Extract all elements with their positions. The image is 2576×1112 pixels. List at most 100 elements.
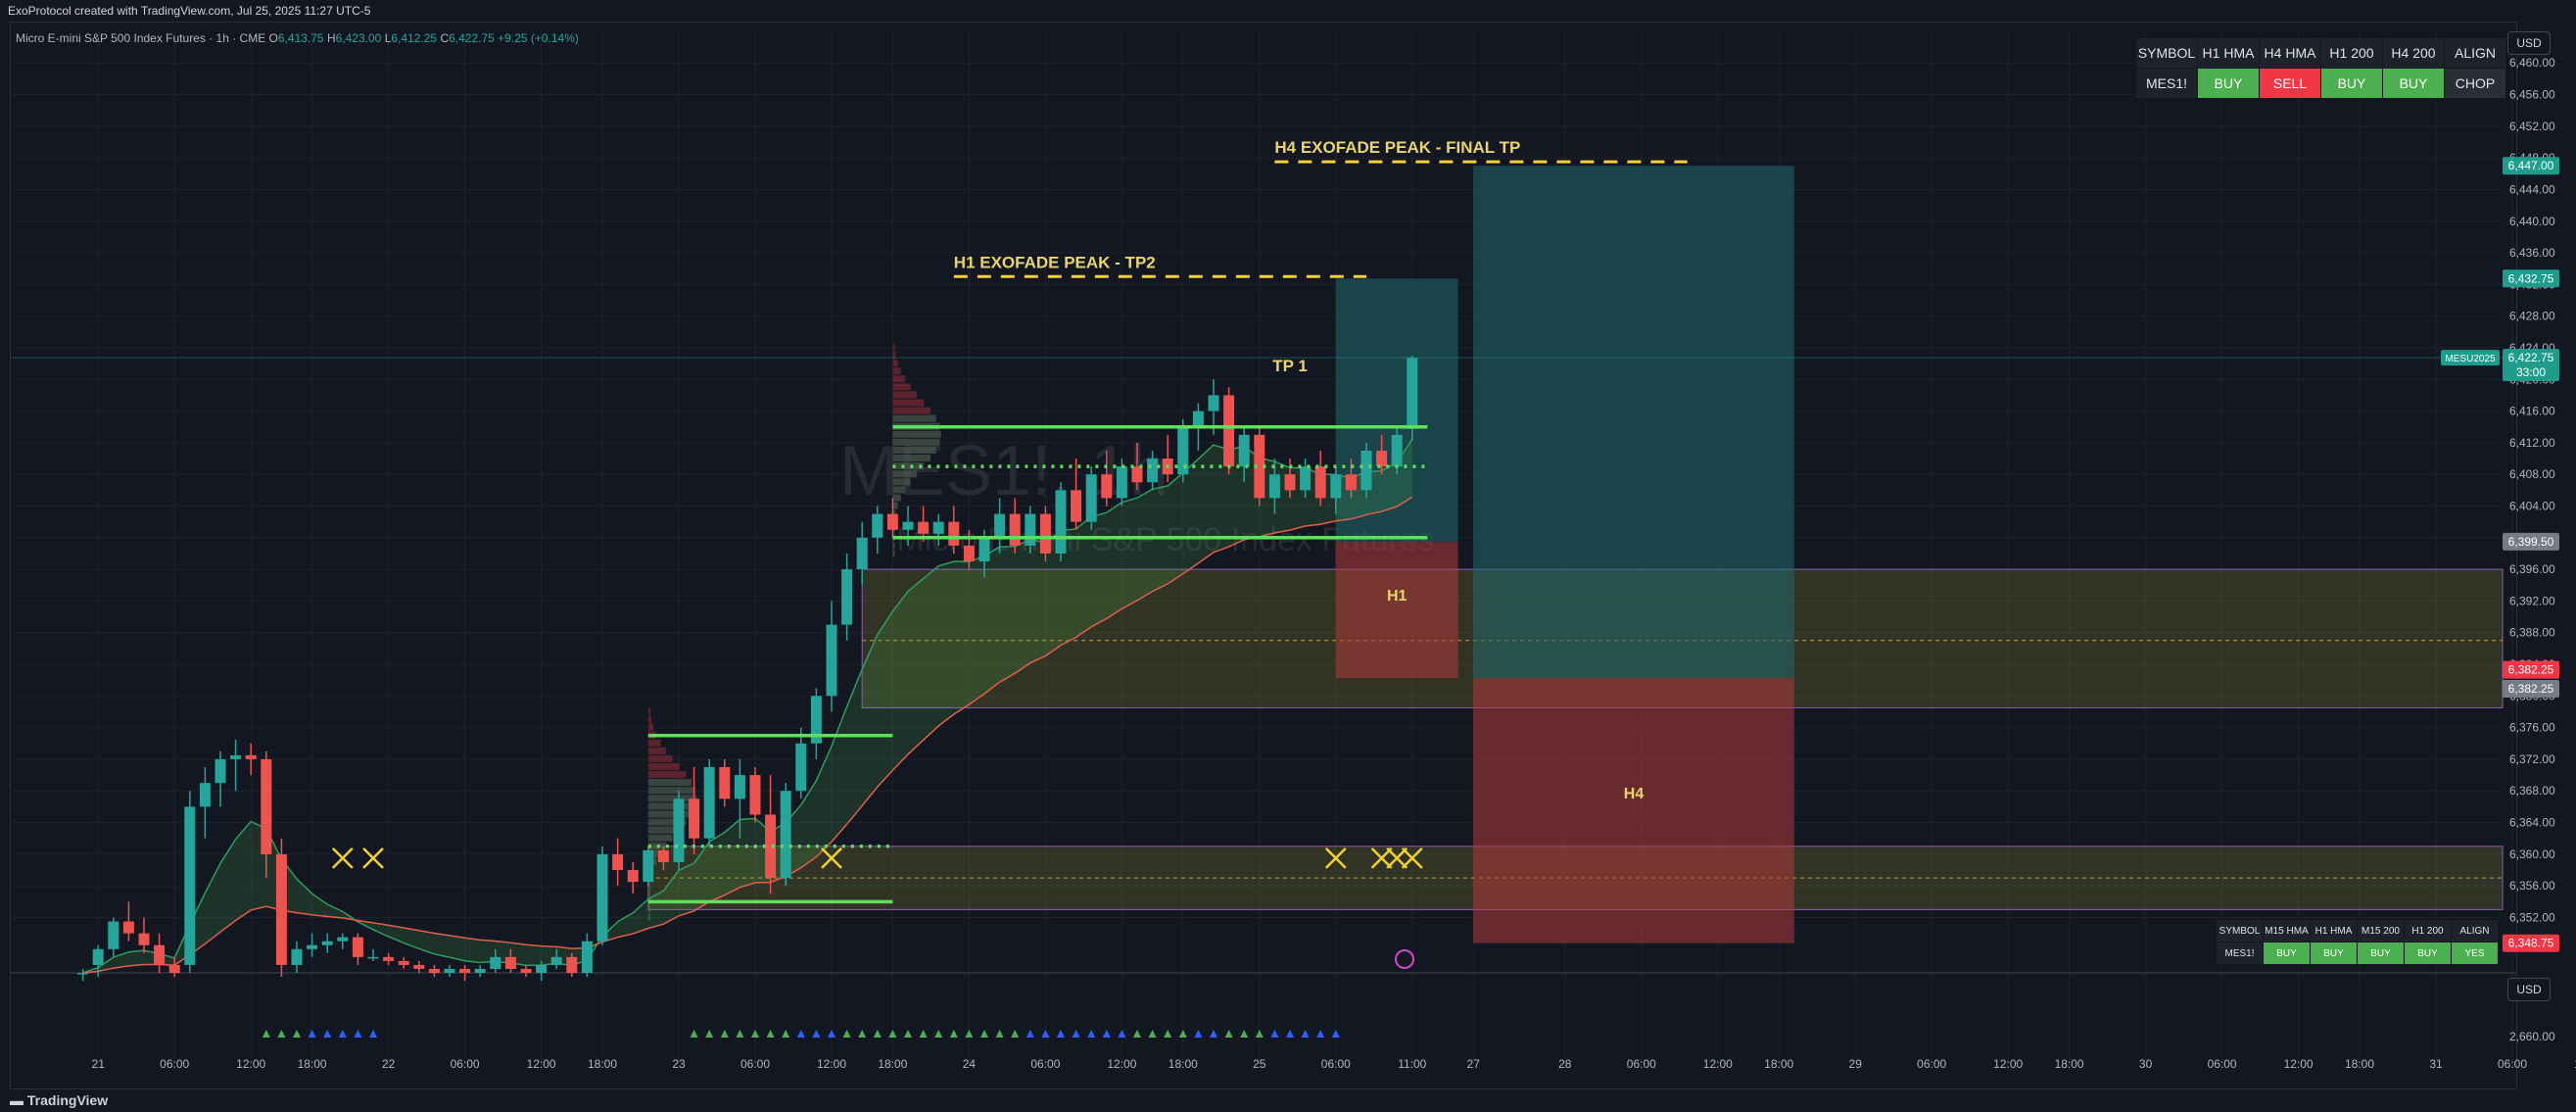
sub-pane-marker (1072, 1030, 1080, 1038)
volume-profile-bar (892, 360, 898, 367)
y-tick-label: 6,456.00 (2509, 88, 2555, 102)
price-axis-label-text: 6,399.50 (2508, 535, 2554, 549)
candle-body (261, 758, 272, 854)
volume-profile-bar (892, 470, 918, 478)
signal-table-bottom: SYMBOL M15 HMA H1 HMA M15 200 H1 200 ALI… (2216, 919, 2499, 965)
candle-body (1407, 358, 1418, 429)
volume-profile-bar (647, 754, 673, 762)
candle-body (780, 791, 791, 879)
candle-body (245, 754, 257, 759)
sub-pane-marker (1164, 1030, 1172, 1038)
candle-body (383, 956, 395, 961)
sub-pane-currency-button[interactable]: USD (2507, 978, 2551, 1001)
sub-pane-marker (1286, 1030, 1294, 1038)
volume-profile-bar (892, 502, 898, 509)
candle-body (184, 806, 196, 965)
sub-pane-marker (796, 1030, 805, 1038)
volume-profile-bar (647, 739, 661, 747)
candle-body (474, 968, 486, 973)
candle-body (413, 964, 425, 969)
x-tick-label: 18:00 (2345, 1057, 2374, 1071)
volume-profile-bar (647, 787, 695, 795)
y-tick-label: 6,368.00 (2509, 784, 2555, 798)
volume-profile-bar (647, 762, 680, 771)
volume-profile-bar (892, 486, 906, 494)
signal-cross-marker (362, 847, 384, 869)
candle-body (138, 933, 150, 945)
candle-body (1055, 490, 1067, 554)
sub-pane-marker (782, 1030, 790, 1038)
sub-pane-marker (1041, 1030, 1050, 1038)
candle-body (428, 968, 440, 973)
x-tick-label: 18:00 (878, 1057, 907, 1071)
sub-pane-marker (949, 1030, 958, 1038)
price-axis-label-text: 6,348.75 (2508, 937, 2554, 950)
symbol-info-line: Micro E-mini S&P 500 Index Futures · 1h … (16, 31, 579, 45)
currency-button[interactable]: USD (2507, 31, 2551, 55)
y-tick-label: 6,444.00 (2509, 182, 2555, 196)
volume-profile-bar (892, 407, 930, 414)
sub-pane-marker (338, 1030, 347, 1038)
tradingview-logo[interactable]: ▬ TradingView (10, 1089, 108, 1112)
sub-pane-marker (1240, 1030, 1249, 1038)
volume-profile-bar (892, 478, 911, 486)
x-tick-label: 12:00 (236, 1057, 265, 1071)
sub-pane-marker (369, 1030, 377, 1038)
volume-profile-bar (892, 383, 911, 391)
y-tick-label: 6,396.00 (2509, 562, 2555, 576)
x-tick-label: 31 (2429, 1057, 2443, 1071)
candle-body (673, 798, 685, 862)
price-axis-label-text: 6,447.00 (2508, 159, 2554, 172)
candle-body (352, 937, 363, 957)
sub-pane-marker (1057, 1030, 1065, 1038)
sub-pane-marker (720, 1030, 729, 1038)
price-axis-label-text: 6,382.25 (2508, 663, 2554, 677)
candle-body (168, 964, 180, 973)
x-tick-label: 28 (1558, 1057, 1572, 1071)
close-value: 6,422.75 (449, 31, 495, 45)
sub-pane-marker (1118, 1030, 1126, 1038)
price-chart[interactable]: MES1!, 1hMicro E-mini S&P 500 Index Futu… (0, 0, 2576, 1112)
sub-pane-marker (965, 1030, 974, 1038)
volume-profile-bar (647, 834, 673, 842)
candle-body (1345, 474, 1357, 491)
table-signal-cell: BUY (2310, 942, 2358, 965)
sub-pane-marker (1210, 1030, 1217, 1038)
y-tick-label: 6,452.00 (2509, 120, 2555, 133)
table-signal-cell: BUY (2357, 942, 2405, 965)
candle-body (1009, 513, 1021, 546)
position-stop-zone (1473, 678, 1794, 943)
y-tick-label: 6,460.00 (2509, 56, 2555, 70)
price-axis-label-text: 6,432.75 (2508, 271, 2554, 285)
candle-body (215, 758, 226, 784)
volume-profile-bar (892, 455, 930, 462)
candle-body (1330, 474, 1342, 499)
candle-body (994, 513, 1006, 538)
candle-body (154, 944, 166, 965)
table-header-cell: SYMBOL (2216, 919, 2264, 943)
footer-bar (0, 1089, 2576, 1112)
table-symbol-cell: MES1! (2216, 942, 2264, 965)
sub-pane-marker (690, 1030, 698, 1038)
x-tick-label: 06:00 (1917, 1057, 1946, 1071)
table-header-cell: H4 HMA (2259, 37, 2321, 69)
candle-body (367, 956, 379, 959)
x-tick-label: 12:00 (1993, 1057, 2023, 1071)
volume-profile-bar (647, 802, 695, 810)
candle-body (978, 537, 990, 562)
sub-pane-marker (1026, 1030, 1034, 1038)
position-stop-zone (1335, 541, 1458, 679)
table-align-cell: CHOP (2444, 68, 2506, 99)
signal-cross-marker (331, 847, 354, 869)
candle-body (275, 853, 287, 965)
sub-pane-marker (293, 1030, 301, 1038)
sub-pane-tick-label: 2,660.00 (2509, 1030, 2555, 1043)
candle-body (199, 783, 211, 807)
volume-profile-bar (892, 391, 918, 399)
y-tick-label: 6,408.00 (2509, 467, 2555, 481)
candle-body (1268, 474, 1280, 499)
candle-body (856, 537, 868, 570)
sub-pane-marker (1102, 1030, 1111, 1038)
sub-pane-marker (904, 1030, 912, 1038)
x-tick-label: 18:00 (1764, 1057, 1793, 1071)
